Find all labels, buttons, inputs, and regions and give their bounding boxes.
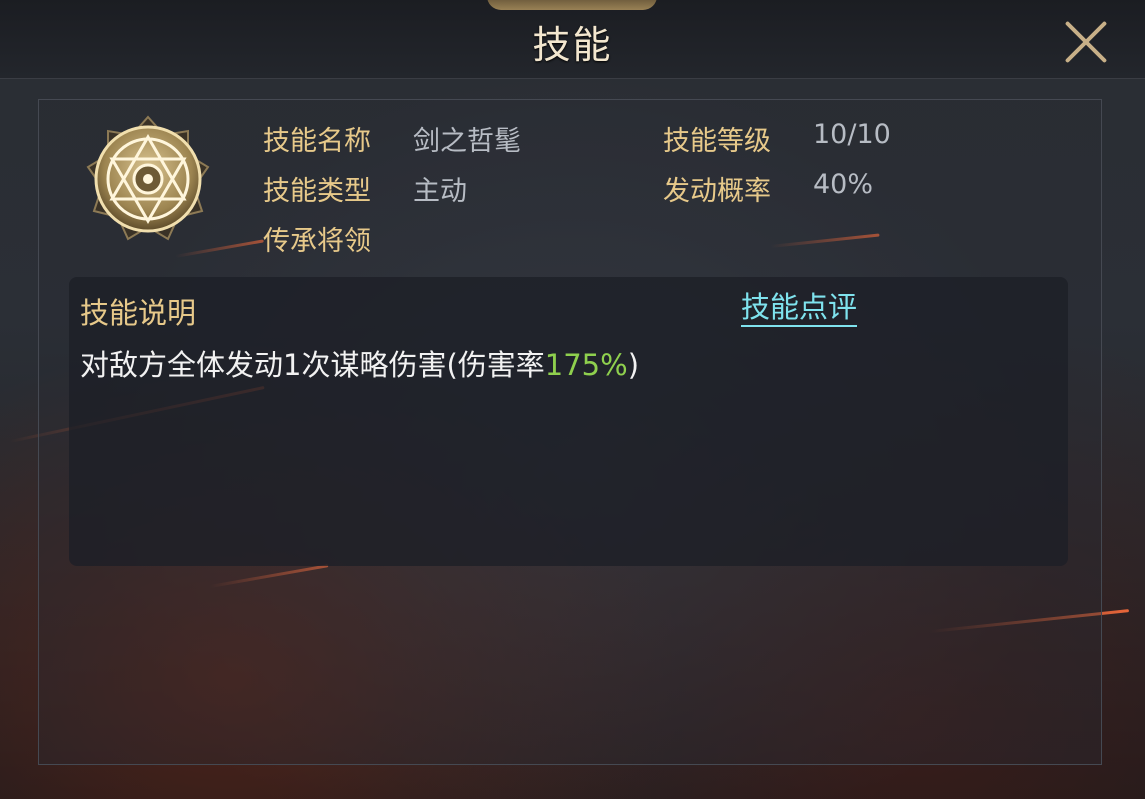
title-bar: 技能 bbox=[0, 0, 1145, 79]
description-suffix: ) bbox=[627, 348, 640, 382]
skill-emblem-icon bbox=[86, 115, 210, 241]
window-title: 技能 bbox=[532, 23, 613, 67]
title-ornament bbox=[487, 0, 657, 10]
close-button[interactable] bbox=[1062, 18, 1110, 66]
description-title: 技能说明 bbox=[80, 296, 197, 330]
skill-name-label: 技能名称 bbox=[263, 126, 371, 157]
skill-type-label: 技能类型 bbox=[263, 176, 371, 207]
inherit-general-label: 传承将领 bbox=[263, 226, 371, 257]
skill-type-value: 主动 bbox=[413, 176, 467, 207]
skill-review-link[interactable]: 技能点评 bbox=[741, 289, 858, 327]
skill-level-value: 10/10 bbox=[813, 119, 891, 150]
damage-rate-value: 175% bbox=[544, 348, 628, 382]
description-text: 对敌方全体发动1次谋略伤害(伤害率175%) bbox=[80, 342, 639, 384]
description-box bbox=[69, 277, 1068, 566]
skill-level-label: 技能等级 bbox=[663, 126, 771, 157]
description-prefix: 对敌方全体发动1次谋略伤害(伤害率 bbox=[80, 348, 545, 382]
trigger-chance-value: 40% bbox=[813, 169, 874, 200]
skill-name-value: 剑之哲髦 bbox=[413, 126, 521, 157]
trigger-chance-label: 发动概率 bbox=[663, 176, 771, 207]
